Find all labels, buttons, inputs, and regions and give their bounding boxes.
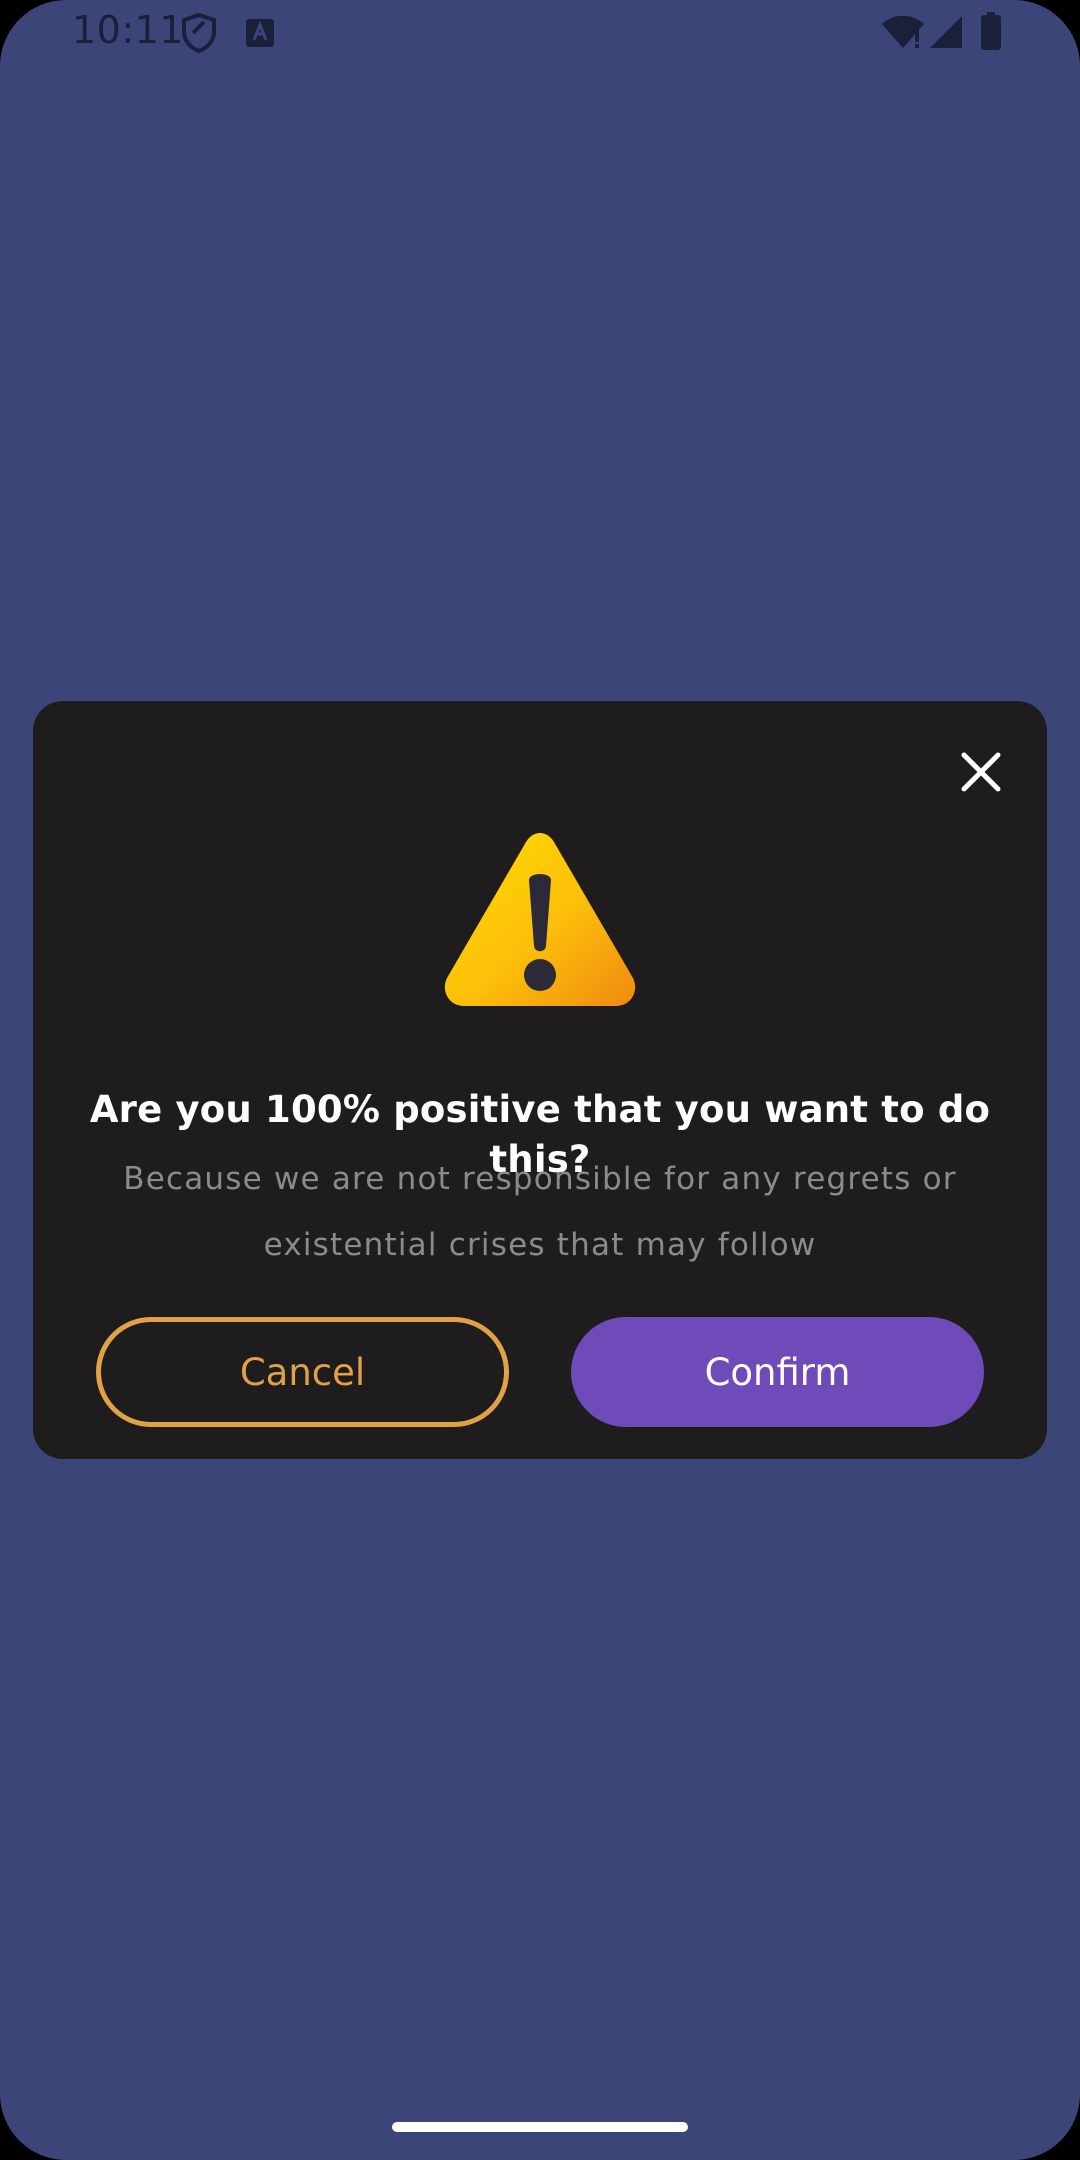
confirm-button[interactable]: Confirm — [571, 1317, 984, 1427]
a-badge-icon — [246, 19, 274, 47]
warning-icon — [444, 833, 636, 1006]
cancel-button[interactable]: Cancel — [96, 1317, 509, 1427]
status-bar: 10:11 — [0, 0, 1080, 66]
signal-icon — [930, 16, 962, 48]
home-indicator[interactable] — [392, 2122, 688, 2132]
wifi-icon — [882, 15, 924, 48]
close-button[interactable] — [950, 741, 1012, 803]
app-screen: 10:11 Are you 100% positive that you wan… — [0, 0, 1080, 2160]
close-icon — [961, 752, 1001, 792]
dialog-message: Because we are not responsible for any r… — [123, 1161, 957, 1263]
shield-icon — [182, 12, 216, 54]
battery-icon — [981, 12, 1001, 50]
status-time: 10:11 — [72, 8, 185, 52]
